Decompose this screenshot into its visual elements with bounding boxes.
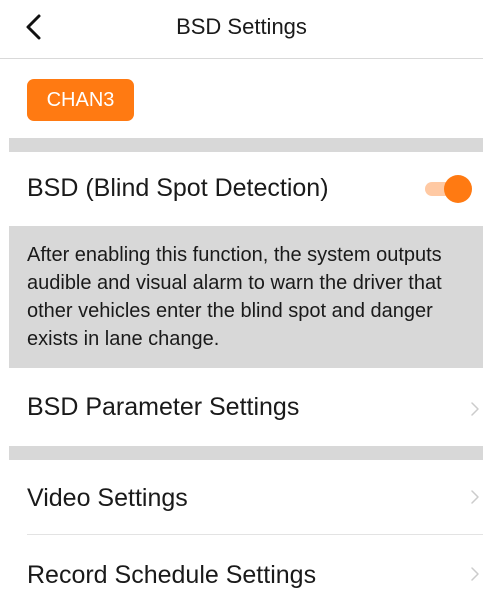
record-schedule-settings-label: Record Schedule Settings: [27, 561, 317, 589]
chevron-right-icon: [470, 401, 480, 417]
bsd-toggle[interactable]: [422, 175, 472, 203]
section-separator: [9, 446, 483, 460]
record-schedule-settings-item[interactable]: Record Schedule Settings: [0, 535, 483, 610]
toggle-knob: [444, 175, 472, 203]
chevron-right-icon: [470, 566, 480, 582]
bsd-toggle-row: BSD (Blind Spot Detection): [0, 152, 483, 226]
page-title: BSD Settings: [176, 14, 307, 39]
header-bar: BSD Settings: [0, 0, 483, 58]
channel-badge[interactable]: CHAN3: [27, 79, 134, 121]
bsd-description: After enabling this function, the system…: [27, 244, 442, 350]
bsd-parameter-settings-item[interactable]: BSD Parameter Settings: [0, 368, 483, 446]
video-settings-item[interactable]: Video Settings: [0, 460, 483, 534]
video-settings-label: Video Settings: [27, 484, 188, 512]
bsd-label: BSD (Blind Spot Detection): [27, 174, 329, 202]
bsd-description-panel: After enabling this function, the system…: [9, 226, 483, 368]
header-divider: [0, 58, 483, 59]
bsd-parameter-settings-label: BSD Parameter Settings: [27, 393, 300, 421]
chevron-right-icon: [470, 489, 480, 505]
section-separator: [9, 138, 483, 152]
